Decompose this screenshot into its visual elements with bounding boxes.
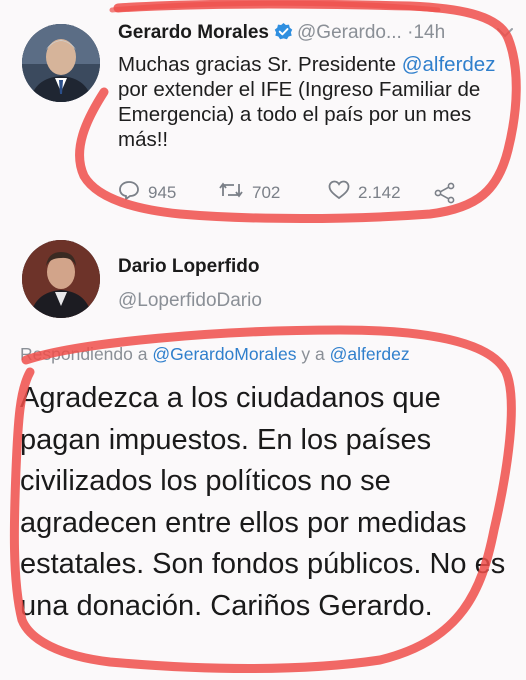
tweet1-mention-link[interactable]: @alferdez — [402, 53, 496, 76]
tweet1-text-before: Muchas gracias Sr. Presidente — [118, 53, 402, 76]
tweet1-text: Muchas gracias Sr. Presidente @alferdez … — [118, 52, 523, 152]
tweet2-display-name[interactable]: Dario Loperfido — [118, 256, 259, 278]
replying-joiner: y a — [296, 344, 330, 364]
reply-icon — [118, 180, 140, 205]
replying-mention-alferdez[interactable]: @alferdez — [330, 344, 410, 364]
avatar-gerardo-morales[interactable] — [22, 24, 100, 102]
tweet1-header: Gerardo Morales @Gerardo... ·14h — [118, 22, 445, 47]
tweet1-handle[interactable]: @Gerardo... — [297, 22, 402, 43]
share-icon — [434, 182, 456, 209]
share-button[interactable] — [434, 182, 456, 209]
screenshot: Gerardo Morales @Gerardo... ·14h Muchas g… — [0, 0, 526, 680]
tweet1-text-after: por extender el IFE (Ingreso Familiar de… — [118, 78, 481, 151]
retweet-icon — [218, 180, 244, 205]
reply-button[interactable]: 945 — [118, 180, 176, 205]
tweet1-action-bar: 945 702 2.142 — [0, 180, 526, 208]
like-button[interactable]: 2.142 — [328, 180, 401, 205]
reply-count: 945 — [148, 182, 177, 202]
verified-badge-icon — [274, 22, 293, 47]
like-heart-icon — [328, 180, 350, 205]
tweet2-text: Agradezca a los ciudadanos que pagan imp… — [20, 382, 506, 622]
chevron-down-icon[interactable] — [496, 26, 514, 45]
like-count: 2.142 — [358, 182, 401, 202]
replying-prefix: Respondiendo a — [20, 344, 153, 364]
tweet1-display-name[interactable]: Gerardo Morales — [118, 22, 269, 43]
retweet-count: 702 — [252, 182, 281, 202]
replying-to-line: Respondiendo a @GerardoMorales y a @alfe… — [20, 344, 410, 365]
tweet2-handle[interactable]: @LoperfidoDario — [118, 290, 262, 312]
tweet1-timestamp[interactable]: 14h — [413, 22, 445, 43]
avatar-dario-loperfido[interactable] — [22, 240, 100, 318]
retweet-button[interactable]: 702 — [218, 180, 280, 205]
replying-mention-gerardo[interactable]: @GerardoMorales — [152, 344, 296, 364]
